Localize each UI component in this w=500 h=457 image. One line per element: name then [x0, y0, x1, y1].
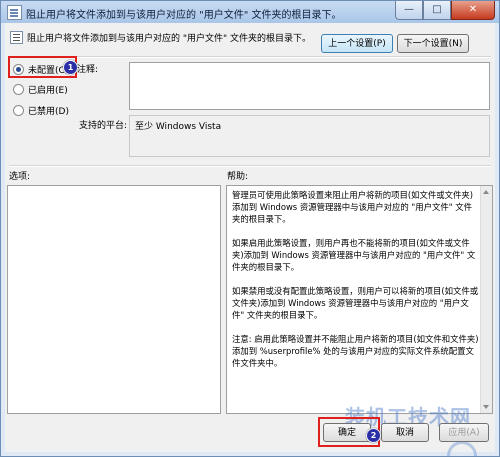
apply-button[interactable]: 应用(A): [439, 423, 489, 442]
window-title: 阻止用户将文件添加到与该用户对应的 "用户文件" 文件夹的根目录下。: [26, 10, 342, 21]
help-paragraph: 管理员可使用此策略设置来阻止用户将新的项目(如文件或文件夹)添加到 Window…: [232, 190, 474, 224]
next-setting-button[interactable]: 下一个设置(N): [397, 34, 469, 53]
radio-disabled-label: 已禁用(D): [28, 107, 69, 117]
radio-enabled[interactable]: 已启用(E): [13, 82, 68, 97]
scroll-down-arrow-icon[interactable]: [483, 405, 489, 409]
window-controls: — □ ✕: [395, 1, 495, 20]
title-bar[interactable]: 阻止用户将文件添加到与该用户对应的 "用户文件" 文件夹的根目录下。 — □ ✕: [1, 1, 499, 23]
close-button[interactable]: ✕: [451, 1, 495, 20]
options-pane: [7, 185, 221, 414]
window-app-icon: [7, 5, 22, 20]
platform-value: 至少 Windows Vista: [135, 122, 222, 132]
watermark-logo-icon: [447, 441, 477, 456]
help-paragraph: 如果禁用或没有配置此策略设置，则用户可以将新的项目(如文件或文件夹)添加到 Wi…: [232, 286, 479, 320]
cancel-button[interactable]: 取消: [381, 423, 429, 442]
options-section-label: 选项:: [9, 172, 31, 182]
policy-name: 阻止用户将文件添加到与该用户对应的 "用户文件" 文件夹的根目录下。: [27, 34, 312, 44]
comment-label: 注释:: [77, 65, 99, 75]
help-paragraph: 注意: 启用此策略设置并不能阻止用户将新的项目(如文件和文件夹)添加到 %use…: [232, 334, 479, 368]
policy-settings-window: 阻止用户将文件添加到与该用户对应的 "用户文件" 文件夹的根目录下。 — □ ✕…: [0, 0, 500, 457]
help-scrollbar[interactable]: [480, 186, 492, 413]
previous-setting-button[interactable]: 上一个设置(P): [321, 34, 393, 53]
policy-setting-icon: [10, 31, 23, 44]
maximize-button[interactable]: □: [423, 1, 451, 20]
radio-enabled-dot[interactable]: [13, 84, 24, 95]
minimize-button[interactable]: —: [395, 1, 423, 20]
comment-textarea[interactable]: [129, 62, 490, 110]
step-badge-1: 1: [63, 60, 78, 75]
header-divider: [9, 56, 491, 58]
step-badge-2: 2: [366, 428, 381, 443]
help-section-label: 帮助:: [227, 172, 249, 182]
radio-disabled-dot[interactable]: [13, 105, 24, 116]
section-divider: [9, 165, 491, 167]
radio-enabled-label: 已启用(E): [28, 86, 68, 96]
policy-header: 阻止用户将文件添加到与该用户对应的 "用户文件" 文件夹的根目录下。 上一个设置…: [5, 23, 495, 53]
help-paragraph: 如果启用此策略设置，则用户再也不能将新的项目(如文件或文件夹)添加到 Windo…: [232, 238, 476, 272]
scroll-up-arrow-icon[interactable]: [483, 190, 489, 194]
radio-disabled[interactable]: 已禁用(D): [13, 103, 69, 118]
platform-box: 至少 Windows Vista: [129, 115, 490, 157]
dialog-client-area: 阻止用户将文件添加到与该用户对应的 "用户文件" 文件夹的根目录下。 上一个设置…: [5, 23, 495, 456]
help-pane: 管理员可使用此策略设置来阻止用户将新的项目(如文件或文件夹)添加到 Window…: [226, 185, 493, 414]
platform-label: 支持的平台:: [79, 121, 128, 131]
